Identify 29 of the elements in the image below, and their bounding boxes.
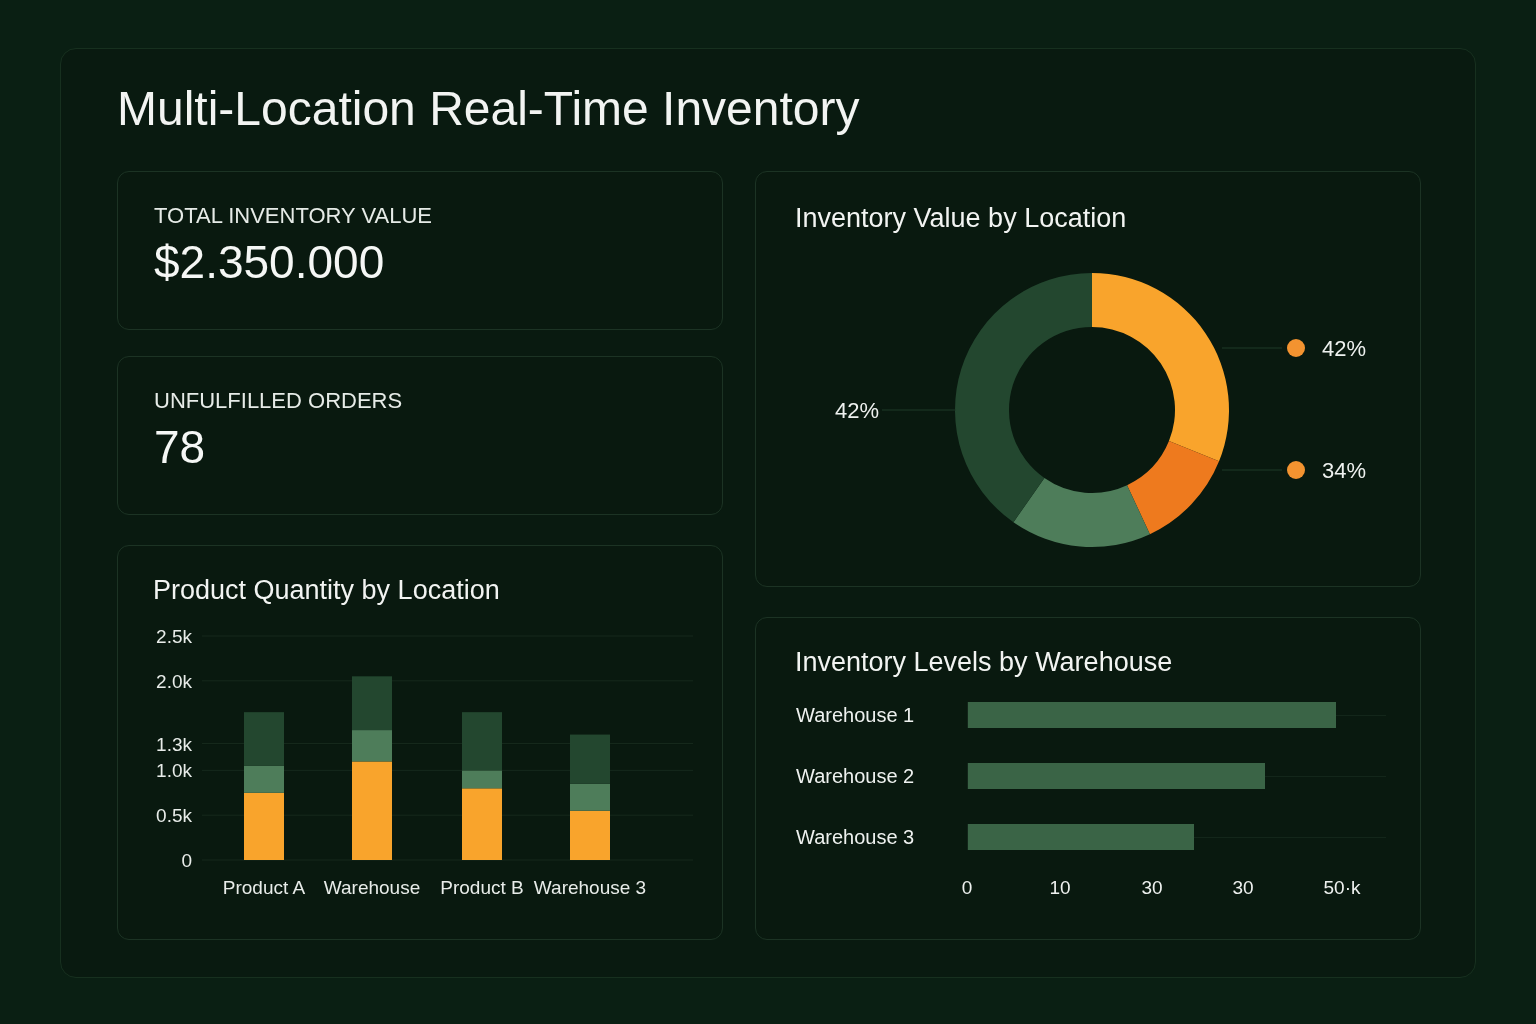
axis-label: 30 (1141, 876, 1163, 898)
chart-title: Inventory Levels by Warehouse (794, 646, 1174, 679)
chart-title: Product Quantity by Location (152, 574, 501, 607)
axis-label: 2.5k (156, 625, 192, 647)
chart-title: Inventory Value by Location (794, 202, 1128, 235)
stat-label: TOTAL INVENTORY VALUE (154, 202, 433, 230)
percent-label: 42% (835, 397, 879, 423)
axis-label: 2.0k (156, 670, 192, 692)
stat-value: 78 (154, 419, 207, 475)
bar-label: Warehouse 3 (796, 826, 916, 847)
page-title: Multi-Location Real-Time Inventory (117, 85, 861, 133)
axis-label: Product A (222, 876, 306, 898)
bar-label: Warehouse 2 (796, 765, 916, 786)
axis-label: Warehouse (323, 876, 421, 898)
axis-label: 30 (1232, 876, 1254, 898)
axis-label: 50·k (1323, 876, 1361, 898)
axis-label: 0 (181, 849, 192, 871)
stat-label: UNFULFILLED ORDERS (154, 387, 404, 415)
axis-label: 1.3k (156, 733, 192, 755)
axis-label: Product B (440, 876, 524, 898)
axis-label: Warehouse 3 (533, 876, 647, 898)
percent-label: 42% (1322, 335, 1367, 361)
axis-label: 10 (1049, 876, 1071, 898)
axis-label: 0 (961, 876, 973, 898)
axis-label: 0.5k (156, 804, 192, 826)
stat-value: $2.350.000 (154, 234, 386, 290)
axis-label: 1.0k (156, 760, 192, 782)
bar-label: Warehouse 1 (796, 704, 916, 725)
percent-label: 34% (1322, 457, 1367, 483)
